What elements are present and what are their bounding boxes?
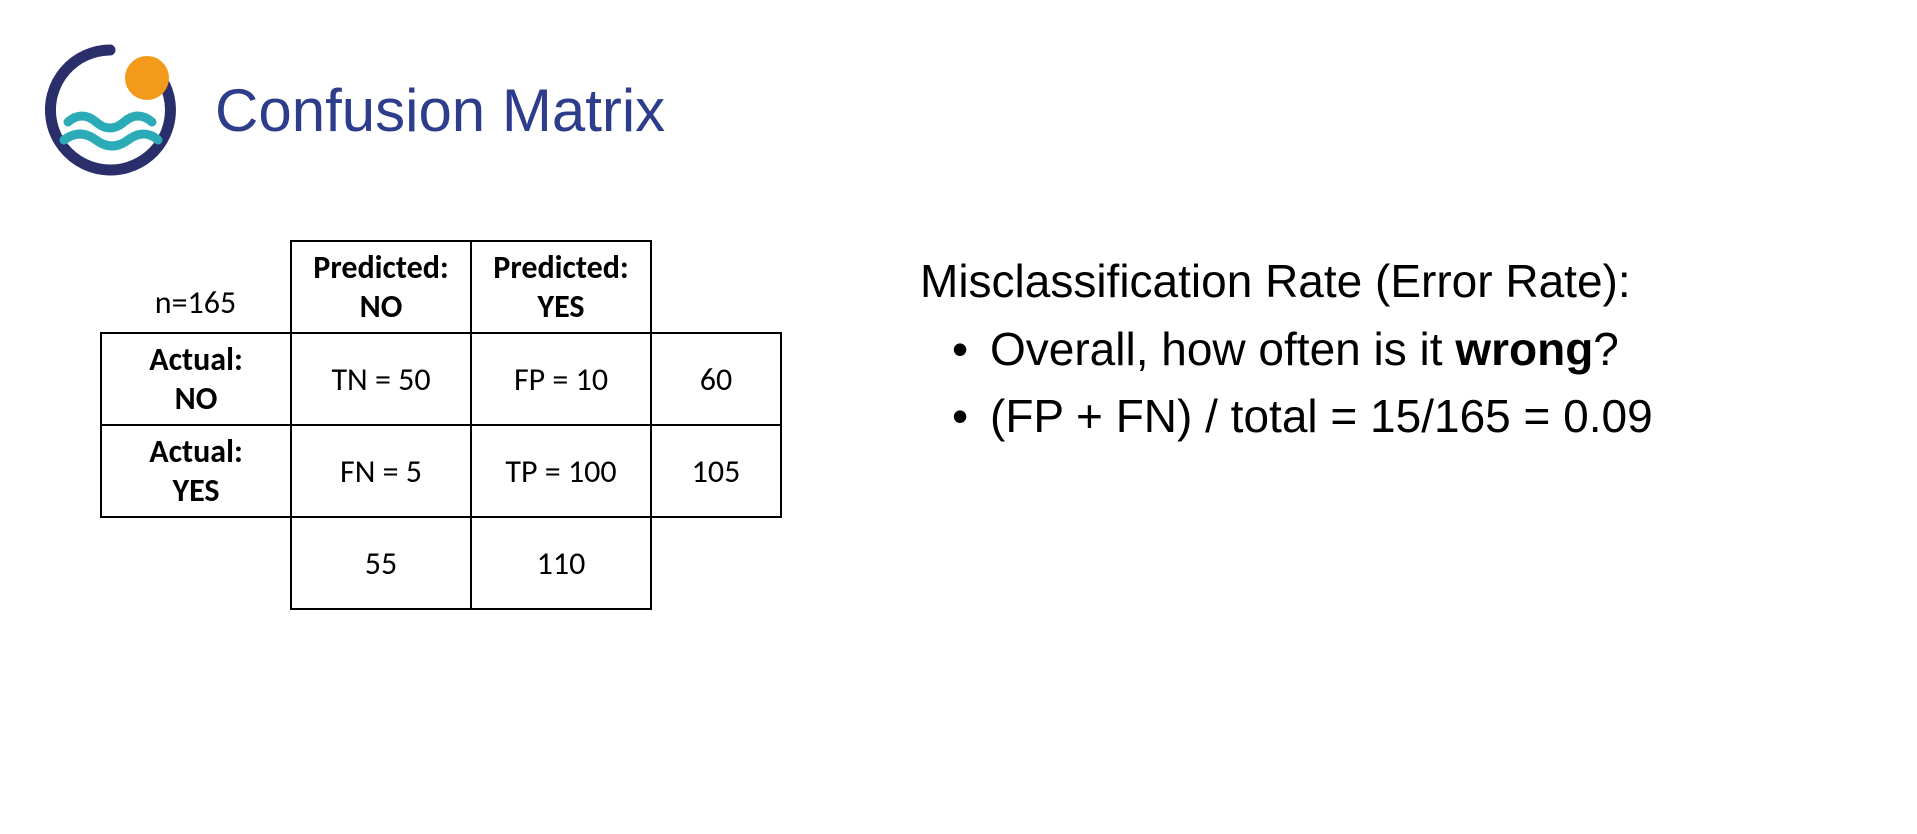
col-header-predicted-no: Predicted:NO <box>291 241 471 333</box>
n-total-label: n=165 <box>101 241 291 333</box>
bullet-item: Overall, how often is it wrong? <box>952 316 1857 383</box>
row-header-actual-yes: Actual:YES <box>101 425 291 517</box>
header: Confusion Matrix <box>0 0 1917 180</box>
col-total-no: 55 <box>291 517 471 609</box>
metric-heading: Misclassification Rate (Error Rate): <box>920 250 1857 312</box>
page-title: Confusion Matrix <box>215 76 665 145</box>
col-header-predicted-yes: Predicted:YES <box>471 241 651 333</box>
cell-fp: FP = 10 <box>471 333 651 425</box>
metric-bullets: Overall, how often is it wrong? (FP + FN… <box>920 316 1857 449</box>
cell-fn: FN = 5 <box>291 425 471 517</box>
logo-icon <box>40 40 180 180</box>
confusion-matrix-panel: n=165 Predicted:NO Predicted:YES Actual:… <box>100 240 820 610</box>
cell-tn: TN = 50 <box>291 333 471 425</box>
bullet-item: (FP + FN) / total = 15/165 = 0.09 <box>952 383 1857 450</box>
row-total-no: 60 <box>651 333 781 425</box>
metric-panel: Misclassification Rate (Error Rate): Ove… <box>920 240 1857 610</box>
col-total-yes: 110 <box>471 517 651 609</box>
row-total-yes: 105 <box>651 425 781 517</box>
row-header-actual-no: Actual:NO <box>101 333 291 425</box>
confusion-matrix-table: n=165 Predicted:NO Predicted:YES Actual:… <box>100 240 782 610</box>
cell-tp: TP = 100 <box>471 425 651 517</box>
content: n=165 Predicted:NO Predicted:YES Actual:… <box>0 180 1917 610</box>
